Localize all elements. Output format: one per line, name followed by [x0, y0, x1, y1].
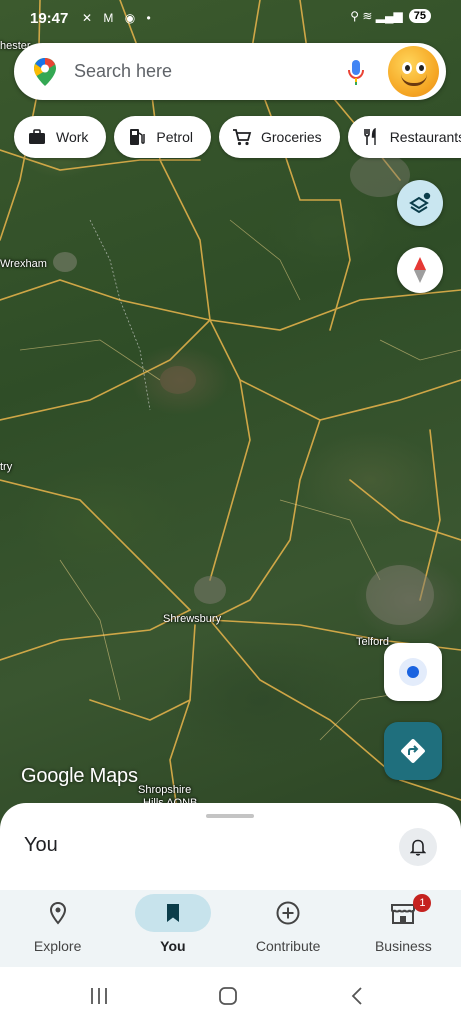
- map-label-oswestry[interactable]: try: [0, 461, 12, 473]
- nav-business-label: Business: [374, 938, 432, 954]
- nav-business[interactable]: 1 Business: [346, 890, 461, 967]
- sheet-title: You: [24, 834, 58, 856]
- layers-button[interactable]: [397, 180, 443, 226]
- nav-contribute-pill: [250, 894, 326, 932]
- microphone-icon[interactable]: [346, 57, 366, 87]
- nav-you-pill: [134, 894, 211, 932]
- nav-explore[interactable]: Explore: [0, 890, 115, 967]
- my-location-icon: [399, 658, 427, 686]
- home-icon: [219, 987, 237, 1005]
- avatar-mouth: [401, 74, 427, 86]
- signal-icons: ⚲ ≋ ▂▄▆: [350, 9, 403, 23]
- battery-indicator: 75: [408, 9, 431, 23]
- notification-icons: ✕ M ◉ •: [82, 11, 155, 25]
- nav-explore-label: Explore: [33, 938, 82, 954]
- chip-restaurants-label: Restaurants: [389, 129, 461, 145]
- fuel-pump-icon: [126, 126, 148, 148]
- directions-icon: [401, 739, 425, 763]
- search-input[interactable]: Search here: [74, 61, 172, 82]
- my-location-button[interactable]: [384, 643, 442, 701]
- nav-contribute-label: Contribute: [255, 938, 321, 954]
- category-chips: Work Petrol Groceries Restaurants: [14, 116, 461, 158]
- google-maps-pin-icon: [34, 58, 56, 86]
- status-bar: 19:47 ✕ M ◉ • ⚲ ≋ ▂▄▆ 75: [0, 0, 461, 38]
- fork-knife-icon: [360, 126, 382, 148]
- back-button[interactable]: [337, 981, 377, 1011]
- map-label-shropshire[interactable]: Shropshire: [138, 784, 191, 796]
- layers-icon: [409, 192, 431, 214]
- briefcase-icon: [26, 126, 48, 148]
- map-label-shrewsbury[interactable]: Shrewsbury: [163, 613, 221, 625]
- compass-button[interactable]: [397, 247, 443, 293]
- chip-work[interactable]: Work: [14, 116, 107, 158]
- map-label-wrexham[interactable]: Wrexham: [0, 258, 47, 270]
- recent-apps-icon: [91, 988, 107, 1004]
- status-right: ⚲ ≋ ▂▄▆ 75: [350, 9, 431, 23]
- sheet-drag-handle[interactable]: [206, 814, 254, 818]
- chip-work-label: Work: [56, 129, 89, 145]
- profile-avatar[interactable]: [388, 46, 439, 97]
- bottom-navigation: Explore You Contribute 1 Business: [0, 890, 461, 967]
- nav-explore-pill: [20, 894, 96, 932]
- chip-petrol-label: Petrol: [156, 129, 193, 145]
- bottom-sheet[interactable]: You: [0, 803, 461, 893]
- search-bar[interactable]: Search here: [14, 43, 446, 100]
- avatar-eye-right: [416, 62, 426, 74]
- back-icon: [351, 987, 362, 1005]
- bookmark-icon: [166, 904, 179, 922]
- system-navigation-bar: [0, 967, 461, 1024]
- location-pin-icon: [49, 901, 66, 925]
- nav-you-label: You: [160, 938, 186, 954]
- notifications-button[interactable]: [399, 828, 437, 866]
- map-label-telford[interactable]: Telford: [356, 636, 389, 648]
- compass-icon: [414, 257, 426, 283]
- nav-you[interactable]: You: [115, 890, 230, 967]
- recent-apps-button[interactable]: [79, 981, 119, 1011]
- chip-restaurants[interactable]: Restaurants: [347, 116, 461, 158]
- google-maps-logo: Google Maps: [21, 765, 138, 787]
- bell-icon: [410, 839, 426, 856]
- avatar-eye-left: [402, 62, 412, 74]
- status-time: 19:47: [30, 10, 69, 27]
- nav-business-pill: 1: [365, 894, 441, 932]
- chip-groceries-label: Groceries: [261, 129, 322, 145]
- shopping-cart-icon: [231, 126, 253, 148]
- chip-petrol[interactable]: Petrol: [114, 116, 211, 158]
- nav-contribute[interactable]: Contribute: [231, 890, 346, 967]
- home-button[interactable]: [208, 981, 248, 1011]
- chip-groceries[interactable]: Groceries: [219, 116, 340, 158]
- directions-button[interactable]: [384, 722, 442, 780]
- add-circle-icon: [276, 901, 300, 925]
- business-badge: 1: [413, 894, 432, 912]
